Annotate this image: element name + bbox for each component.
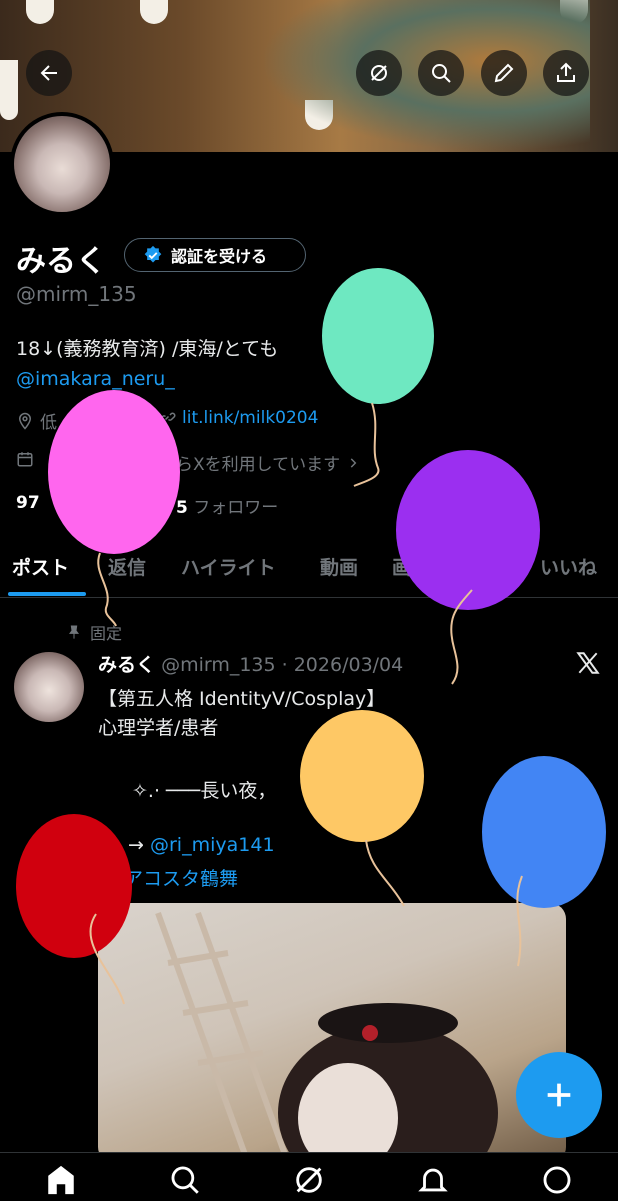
following-count: 97 — [16, 493, 40, 513]
grok-nav-icon[interactable] — [292, 1163, 326, 1197]
joined-text: らXを利用しています — [176, 455, 341, 475]
notifications-bell-icon[interactable] — [416, 1163, 450, 1197]
website-link[interactable]: lit.link/milk0204 — [182, 408, 318, 428]
follower-label: フォロワー — [193, 498, 279, 518]
followers-stat[interactable]: 5 フォロワー — [176, 493, 278, 518]
explore-search-icon[interactable] — [168, 1163, 202, 1197]
post-mention-link[interactable]: @ri_miya141 — [150, 834, 275, 856]
plus-icon — [547, 1083, 571, 1107]
balloon-yellow — [300, 710, 424, 907]
profile-handle: @mirm_135 — [16, 282, 137, 306]
get-verified-label: 認証を受ける — [171, 247, 268, 266]
joined-row — [16, 450, 34, 468]
profile-avatar[interactable] — [10, 112, 114, 216]
post-header: みるく @mirm_135 · 2026/03/04 — [98, 650, 403, 677]
search-button[interactable] — [418, 50, 464, 96]
tab-highlights[interactable]: ハイライト — [181, 553, 276, 580]
balloon-purple — [396, 450, 540, 685]
post-handle-date: @mirm_135 · 2026/03/04 — [161, 654, 404, 676]
display-name: みるく — [16, 244, 106, 279]
bottom-navigation — [0, 1152, 618, 1201]
calendar-icon — [17, 452, 33, 467]
profile-bio: 18↓(義務教育済) /東海/とても — [16, 338, 279, 360]
grok-button[interactable] — [356, 50, 402, 96]
post-line-2: 心理学者/患者 — [98, 717, 219, 739]
post-line-1: 【第五人格 IdentityV/Cosplay】 — [98, 688, 386, 710]
post-author-name[interactable]: みるく — [98, 654, 155, 676]
x-logo-icon — [576, 652, 600, 674]
balloon-pink — [48, 390, 180, 627]
balloon-blue — [482, 756, 606, 967]
post-hashtag-link[interactable]: アコスタ鶴舞 — [124, 864, 238, 891]
pencil-icon — [494, 63, 514, 83]
tab-likes[interactable]: いいね — [540, 553, 597, 580]
search-icon — [432, 64, 451, 83]
grok-icon — [371, 65, 387, 81]
post-line-3: ✧.· ───長い夜， — [132, 780, 277, 802]
compose-button[interactable] — [516, 1052, 602, 1138]
share-icon — [557, 62, 575, 82]
home-icon[interactable] — [44, 1163, 78, 1197]
tab-videos[interactable]: 動画 — [320, 553, 358, 580]
bio-mention-link[interactable]: @imakara_neru_ — [16, 368, 175, 390]
messages-icon[interactable] — [540, 1163, 574, 1197]
balloon-red — [16, 814, 132, 1005]
back-button[interactable] — [26, 50, 72, 96]
arrow-left-icon — [40, 65, 57, 81]
share-button[interactable] — [543, 50, 589, 96]
following-stat[interactable]: 97 — [16, 493, 40, 513]
verified-badge-icon — [144, 245, 162, 263]
get-verified-button[interactable]: 認証を受ける — [124, 238, 306, 272]
location-pin-icon — [18, 412, 32, 430]
post-author-avatar[interactable] — [14, 652, 84, 722]
edit-button[interactable] — [481, 50, 527, 96]
